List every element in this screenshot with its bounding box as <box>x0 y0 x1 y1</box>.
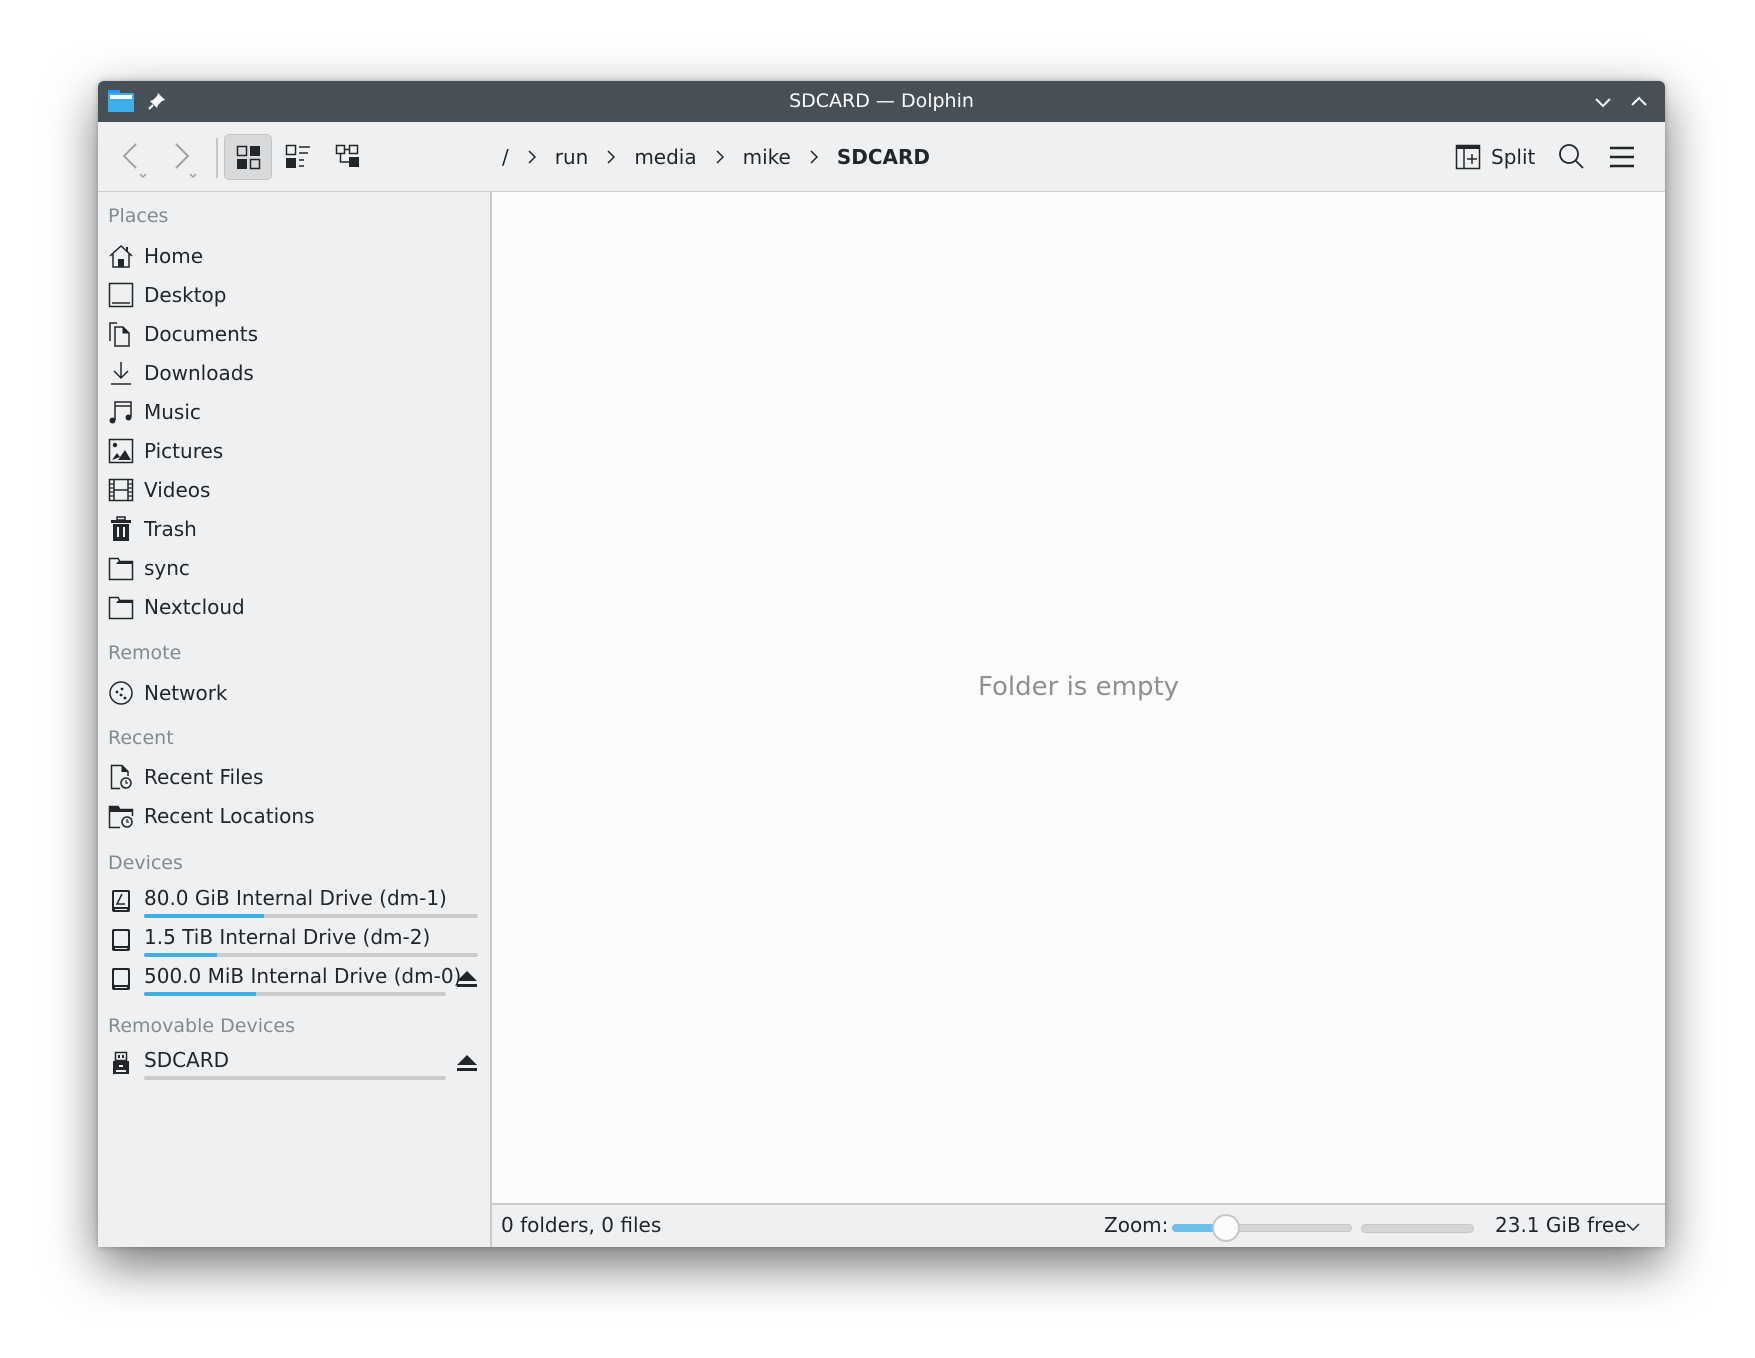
device-sdcard[interactable]: SDCARD <box>106 1044 484 1082</box>
place-downloads[interactable]: Downloads <box>106 354 484 392</box>
hard-drive-icon <box>112 890 130 912</box>
capacity-bar <box>144 914 478 918</box>
downloads-icon <box>111 362 131 385</box>
videos-icon <box>108 478 134 502</box>
section-remote: Remote <box>108 642 182 664</box>
section-removable-devices: Removable Devices <box>108 1015 296 1037</box>
compact-view-button[interactable] <box>274 134 322 180</box>
network-icon <box>109 681 133 705</box>
place-recent-locations[interactable]: Recent Locations <box>106 797 484 835</box>
free-space-bar <box>1361 1224 1474 1233</box>
toolbar-separator <box>216 138 218 178</box>
chevron-right-icon[interactable] <box>803 146 825 168</box>
chevron-right-icon[interactable] <box>709 146 731 168</box>
folder-icon <box>108 557 134 581</box>
home-icon <box>109 244 133 268</box>
places-panel: Places Home Desktop Documents Downloads … <box>98 192 492 1247</box>
eject-icon[interactable] <box>454 1050 480 1076</box>
icons-view-button[interactable] <box>224 134 272 180</box>
split-view-icon <box>1455 144 1481 170</box>
file-view[interactable]: Folder is empty <box>492 192 1665 1203</box>
recent-locations-icon <box>108 805 134 829</box>
chevron-left-icon <box>122 143 147 179</box>
breadcrumb-root[interactable]: / <box>496 145 515 169</box>
title-bar[interactable]: SDCARD — Dolphin <box>98 81 1665 122</box>
hard-drive-icon <box>112 929 130 951</box>
forward-button[interactable] <box>160 134 208 180</box>
place-desktop[interactable]: Desktop <box>106 276 484 314</box>
maximize-button[interactable] <box>1628 91 1650 113</box>
chevron-right-icon[interactable] <box>600 146 622 168</box>
recent-files-icon <box>110 764 132 790</box>
split-label: Split <box>1491 145 1536 169</box>
dolphin-window: SDCARD — Dolphin / run media mike SDCARD… <box>98 81 1665 1247</box>
capacity-bar <box>144 953 478 957</box>
device-dm-1[interactable]: 80.0 GiB Internal Drive (dm-1) <box>106 882 484 920</box>
breadcrumb-media[interactable]: media <box>628 145 702 169</box>
section-devices: Devices <box>108 852 183 874</box>
free-space-label[interactable]: 23.1 GiB free <box>1495 1213 1626 1237</box>
back-button[interactable] <box>110 134 158 180</box>
breadcrumb-sdcard[interactable]: SDCARD <box>831 145 936 169</box>
section-recent: Recent <box>108 727 174 749</box>
place-network[interactable]: Network <box>106 674 484 712</box>
hard-drive-icon <box>112 968 130 990</box>
zoom-slider-handle[interactable] <box>1212 1214 1240 1242</box>
empty-folder-message: Folder is empty <box>977 672 1180 702</box>
zoom-slider[interactable] <box>1172 1214 1352 1242</box>
breadcrumb-run[interactable]: run <box>549 145 595 169</box>
device-dm-2[interactable]: 1.5 TiB Internal Drive (dm-2) <box>106 921 484 959</box>
place-videos[interactable]: Videos <box>106 471 484 509</box>
details-view-button[interactable] <box>324 134 372 180</box>
place-sync[interactable]: sync <box>106 549 484 587</box>
usb-drive-icon <box>113 1051 129 1074</box>
toolbar: / run media mike SDCARD Split <box>98 122 1665 192</box>
capacity-bar <box>144 992 446 996</box>
chevron-right-icon[interactable] <box>521 146 543 168</box>
tree-view-icon <box>335 144 359 167</box>
device-dm-0[interactable]: 500.0 MiB Internal Drive (dm-0) <box>106 960 484 998</box>
minimize-button[interactable] <box>1592 91 1614 113</box>
place-pictures[interactable]: Pictures <box>106 432 484 470</box>
icons-view-icon <box>236 145 261 170</box>
compact-view-icon <box>285 144 310 168</box>
capacity-bar <box>144 1076 446 1080</box>
pictures-icon <box>108 438 134 464</box>
split-button[interactable]: Split <box>1451 136 1539 178</box>
chevron-down-icon[interactable] <box>1623 1217 1643 1237</box>
zoom-label: Zoom: <box>1104 1213 1169 1237</box>
chevron-right-icon <box>175 143 197 179</box>
search-icon[interactable] <box>1551 136 1593 178</box>
desktop-icon <box>108 282 134 308</box>
documents-icon <box>109 322 130 347</box>
status-summary: 0 folders, 0 files <box>501 1213 662 1237</box>
hamburger-menu-icon[interactable] <box>1601 136 1643 178</box>
breadcrumb: / run media mike SDCARD <box>496 122 936 192</box>
place-trash[interactable]: Trash <box>106 510 484 548</box>
folder-icon <box>108 596 134 620</box>
status-bar: 0 folders, 0 files Zoom: 23.1 GiB free <box>492 1203 1665 1247</box>
place-home[interactable]: Home <box>106 237 484 275</box>
trash-icon <box>111 516 131 541</box>
breadcrumb-mike[interactable]: mike <box>737 145 797 169</box>
place-recent-files[interactable]: Recent Files <box>106 758 484 796</box>
place-music[interactable]: Music <box>106 393 484 431</box>
music-icon <box>109 401 132 424</box>
place-documents[interactable]: Documents <box>106 315 484 353</box>
place-nextcloud[interactable]: Nextcloud <box>106 588 484 626</box>
window-title: SDCARD — Dolphin <box>789 90 974 112</box>
close-button[interactable] <box>1662 91 1665 113</box>
section-places: Places <box>108 205 169 227</box>
